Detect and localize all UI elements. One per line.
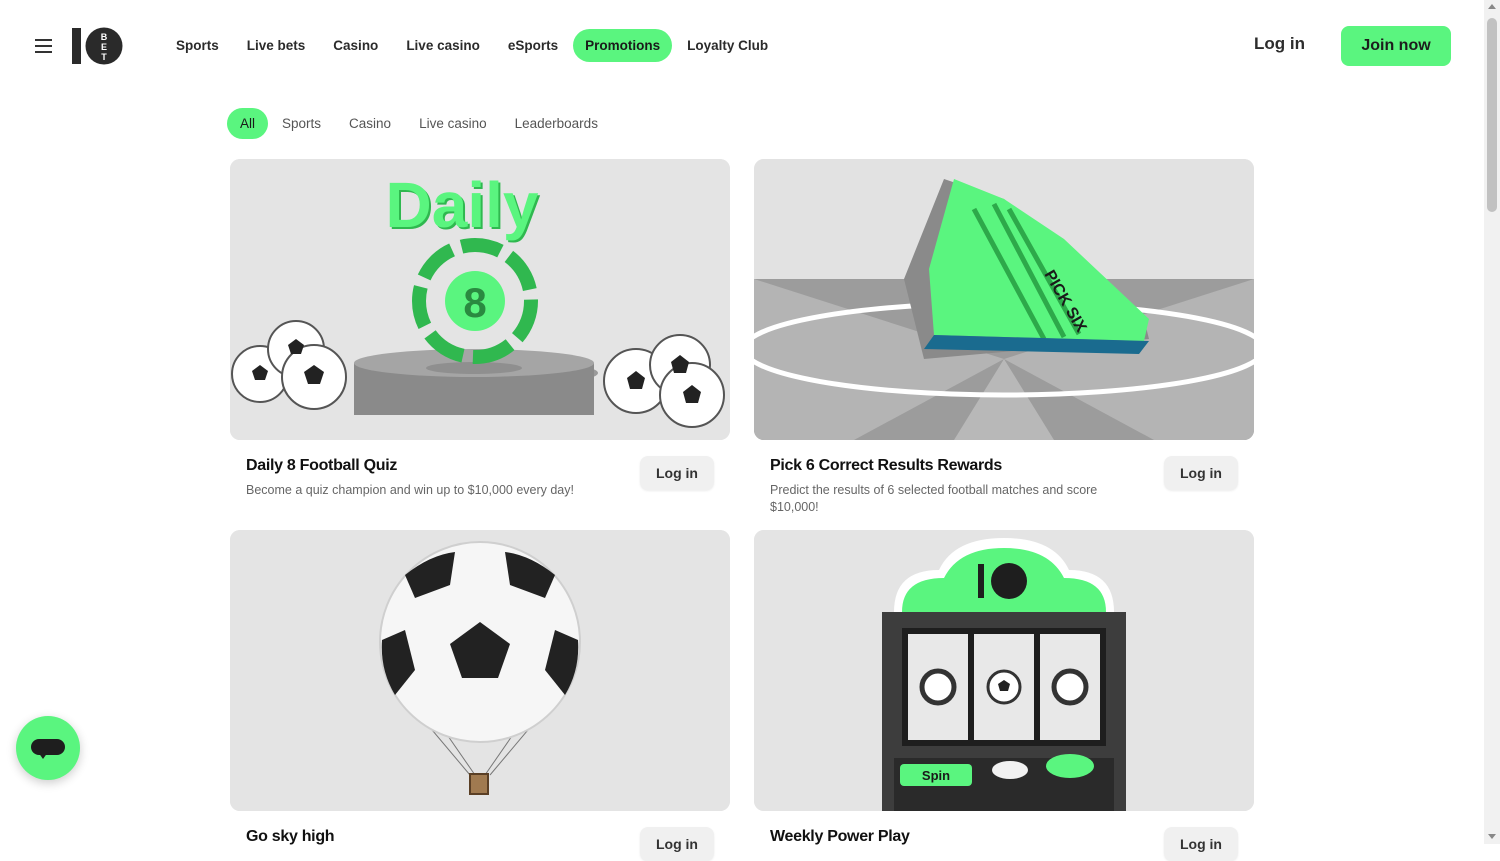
header-login-link[interactable]: Log in bbox=[1254, 34, 1305, 54]
filter-leaderboards[interactable]: Leaderboards bbox=[501, 108, 612, 139]
promo-title: Go sky high bbox=[246, 828, 335, 845]
promo-image-go-sky-high[interactable] bbox=[230, 530, 730, 811]
nav-promotions[interactable]: Promotions bbox=[573, 29, 673, 62]
promo-filter-tabs: All Sports Casino Live casino Leaderboar… bbox=[227, 108, 612, 139]
promo-image-weekly-power-play[interactable]: Spin bbox=[754, 530, 1254, 811]
spin-label: Spin bbox=[922, 768, 950, 783]
filter-live-casino[interactable]: Live casino bbox=[405, 108, 501, 139]
site-header: B E T Sports Live bets Casino Live casin… bbox=[0, 0, 1484, 92]
daily-text-face: Daily bbox=[386, 169, 539, 241]
promo-title: Daily 8 Football Quiz bbox=[246, 457, 398, 474]
promo-card-go-sky-high[interactable]: Go sky high Log in bbox=[230, 530, 730, 861]
nav-loyalty-club[interactable]: Loyalty Club bbox=[673, 29, 782, 62]
chat-icon-tail bbox=[38, 752, 48, 759]
page-scrollbar[interactable] bbox=[1484, 0, 1500, 844]
filter-casino[interactable]: Casino bbox=[335, 108, 405, 139]
slot-machine-illustration: Spin bbox=[882, 538, 1126, 811]
filter-sports[interactable]: Sports bbox=[268, 108, 335, 139]
promo-description: Predict the results of 6 selected footba… bbox=[770, 483, 1098, 514]
promo-image-pick-6[interactable]: PICK SIX bbox=[754, 159, 1254, 440]
scroll-down-icon[interactable] bbox=[1488, 834, 1496, 839]
nav-esports[interactable]: eSports bbox=[494, 29, 572, 62]
chat-icon bbox=[31, 739, 65, 755]
main-nav: Sports Live bets Casino Live casino eSpo… bbox=[162, 29, 782, 62]
nav-live-bets[interactable]: Live bets bbox=[233, 29, 320, 62]
promo-login-button[interactable]: Log in bbox=[640, 456, 714, 490]
nav-sports[interactable]: Sports bbox=[162, 29, 233, 62]
promo-image-daily-8[interactable]: Daily Daily 8 bbox=[230, 159, 730, 440]
promo-login-button[interactable]: Log in bbox=[640, 827, 714, 861]
promo-card-weekly-power-play[interactable]: Spin Weekly Power Play Log in bbox=[754, 530, 1254, 861]
promo-title: Pick 6 Correct Results Rewards bbox=[770, 457, 1002, 474]
promo-card-daily-8[interactable]: Daily Daily 8 Daily 8 Football Quiz Beco… bbox=[230, 159, 730, 497]
filter-all[interactable]: All bbox=[227, 108, 269, 139]
promo-login-button[interactable]: Log in bbox=[1164, 827, 1238, 861]
svg-text:T: T bbox=[101, 52, 107, 62]
promo-title: Weekly Power Play bbox=[770, 828, 910, 845]
promo-login-button[interactable]: Log in bbox=[1164, 456, 1238, 490]
svg-text:B: B bbox=[101, 32, 108, 42]
scrollbar-thumb[interactable] bbox=[1487, 18, 1497, 212]
live-chat-button[interactable] bbox=[16, 716, 80, 780]
svg-text:8: 8 bbox=[463, 279, 486, 326]
brand-logo[interactable]: B E T bbox=[71, 27, 125, 65]
nav-live-casino[interactable]: Live casino bbox=[392, 29, 494, 62]
hamburger-menu-icon[interactable] bbox=[35, 39, 52, 53]
nav-casino[interactable]: Casino bbox=[319, 29, 392, 62]
svg-text:E: E bbox=[101, 42, 107, 52]
join-now-button[interactable]: Join now bbox=[1341, 26, 1451, 66]
promo-card-pick-6[interactable]: PICK SIX Pick 6 Correct Results Rewards … bbox=[754, 159, 1254, 514]
scroll-up-icon[interactable] bbox=[1488, 4, 1496, 9]
promo-description: Become a quiz champion and win up to $10… bbox=[246, 483, 574, 497]
